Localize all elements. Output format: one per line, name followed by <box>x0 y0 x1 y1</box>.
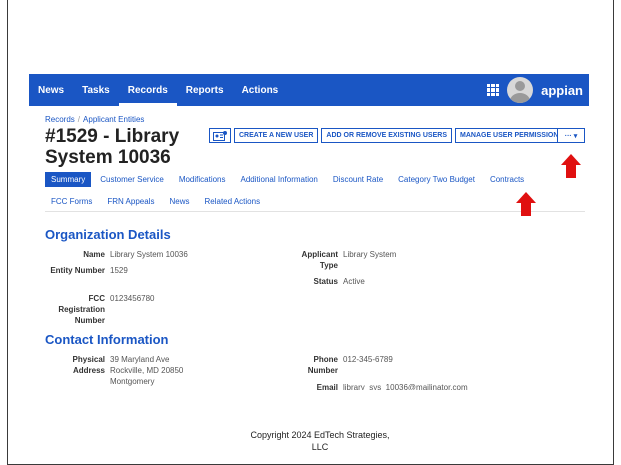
copyright-footer: Copyright 2024 EdTech Strategies, LLC <box>240 429 400 453</box>
tab-contracts[interactable]: Contracts <box>484 172 530 187</box>
address-line-2: Rockville, MD 20850 <box>110 366 184 375</box>
status-value: Active <box>343 277 365 286</box>
tab-customer-service[interactable]: Customer Service <box>94 172 170 187</box>
id-card-icon <box>213 130 227 141</box>
create-new-user-button[interactable]: CREATE A NEW USER <box>234 128 319 143</box>
applicant-type-value: Library System <box>343 250 397 259</box>
physical-address-value: 39 Maryland Ave Rockville, MD 20850 Mont… <box>110 354 183 387</box>
record-content: Records / Applicant Entities #1529 - Libra… <box>29 106 589 390</box>
breadcrumb-records-link[interactable]: Records <box>45 115 75 124</box>
app-grid-icon[interactable] <box>487 84 500 96</box>
record-tabs-row-2: FCC Forms FRN Appeals News Related Actio… <box>45 194 269 209</box>
page-title: #1529 - Library System 10036 <box>45 126 180 168</box>
physical-address-label: Physical Address <box>72 355 105 375</box>
org-name-label: Name <box>83 250 105 259</box>
fcc-registration-label: FCC Registration Number <box>58 294 105 325</box>
status-row: Status Active <box>283 276 365 287</box>
add-remove-users-button[interactable]: ADD OR REMOVE EXISTING USERS <box>321 128 452 143</box>
breadcrumb: Records / Applicant Entities <box>45 115 145 124</box>
tab-modifications[interactable]: Modifications <box>173 172 232 187</box>
copyright-line-1: Copyright 2024 EdTech Strategies, <box>250 430 390 440</box>
tab-divider <box>45 211 585 212</box>
more-actions-dropdown[interactable]: ··· ▾ <box>557 128 585 143</box>
tab-additional-information[interactable]: Additional Information <box>235 172 324 187</box>
phone-number-label: Phone Number <box>307 355 338 375</box>
address-line-3: Montgomery <box>110 377 155 386</box>
appian-logo: appian <box>541 82 583 98</box>
record-actions: CREATE A NEW USER ADD OR REMOVE EXISTING… <box>209 128 569 143</box>
tab-summary[interactable]: Summary <box>45 172 92 187</box>
nav-news[interactable]: News <box>29 74 73 106</box>
entity-number-label: Entity Number <box>50 266 105 275</box>
applicant-type-label: Applicant Type <box>301 250 338 270</box>
phone-number-value: 012-345-6789 <box>343 355 393 364</box>
org-name-row: Name Library System 10036 <box>45 249 188 260</box>
nav-tasks[interactable]: Tasks <box>73 74 119 106</box>
entity-number-value: 1529 <box>110 266 128 275</box>
physical-address-row: Physical Address 39 Maryland Ave Rockvil… <box>45 354 184 387</box>
nav-records[interactable]: Records <box>118 74 177 106</box>
email-value: library_sys_10036@mailinator.com <box>343 383 468 390</box>
id-card-button[interactable] <box>209 128 231 143</box>
tab-frn-appeals[interactable]: FRN Appeals <box>101 194 160 209</box>
fcc-registration-row: FCC Registration Number 0123456780 <box>45 293 155 326</box>
tab-category-two-budget[interactable]: Category Two Budget <box>392 172 481 187</box>
nav-reports[interactable]: Reports <box>177 74 233 106</box>
address-line-1: 39 Maryland Ave <box>110 355 170 364</box>
organization-details-heading: Organization Details <box>45 227 171 242</box>
arrow-up-icon <box>561 154 581 180</box>
nav-actions[interactable]: Actions <box>233 74 288 106</box>
copyright-line-2: LLC <box>311 442 329 452</box>
arrow-up-icon <box>516 192 536 218</box>
user-avatar[interactable] <box>507 77 534 103</box>
tab-discount-rate[interactable]: Discount Rate <box>327 172 389 187</box>
contact-information-heading: Contact Information <box>45 332 169 347</box>
tab-fcc-forms[interactable]: FCC Forms <box>45 194 98 209</box>
email-label: Email <box>316 383 338 390</box>
breadcrumb-applicant-entities-link[interactable]: Applicant Entities <box>83 115 144 124</box>
email-row: Email library_sys_10036@mailinator.com <box>283 382 468 390</box>
org-name-value: Library System 10036 <box>110 250 188 259</box>
tab-news[interactable]: News <box>163 194 195 209</box>
entity-number-row: Entity Number 1529 <box>45 265 128 276</box>
fcc-registration-value: 0123456780 <box>110 294 155 303</box>
tab-related-actions[interactable]: Related Actions <box>198 194 266 209</box>
phone-number-row: Phone Number 012-345-6789 <box>283 354 393 376</box>
status-label: Status <box>313 277 338 286</box>
manage-user-permissions-button[interactable]: MANAGE USER PERMISSIONS <box>455 128 569 143</box>
applicant-type-row: Applicant Type Library System <box>283 249 397 271</box>
top-navigation-bar: News Tasks Records Reports Actions appia… <box>29 74 589 106</box>
record-tabs-row-1: Summary Customer Service Modifications A… <box>45 172 533 187</box>
